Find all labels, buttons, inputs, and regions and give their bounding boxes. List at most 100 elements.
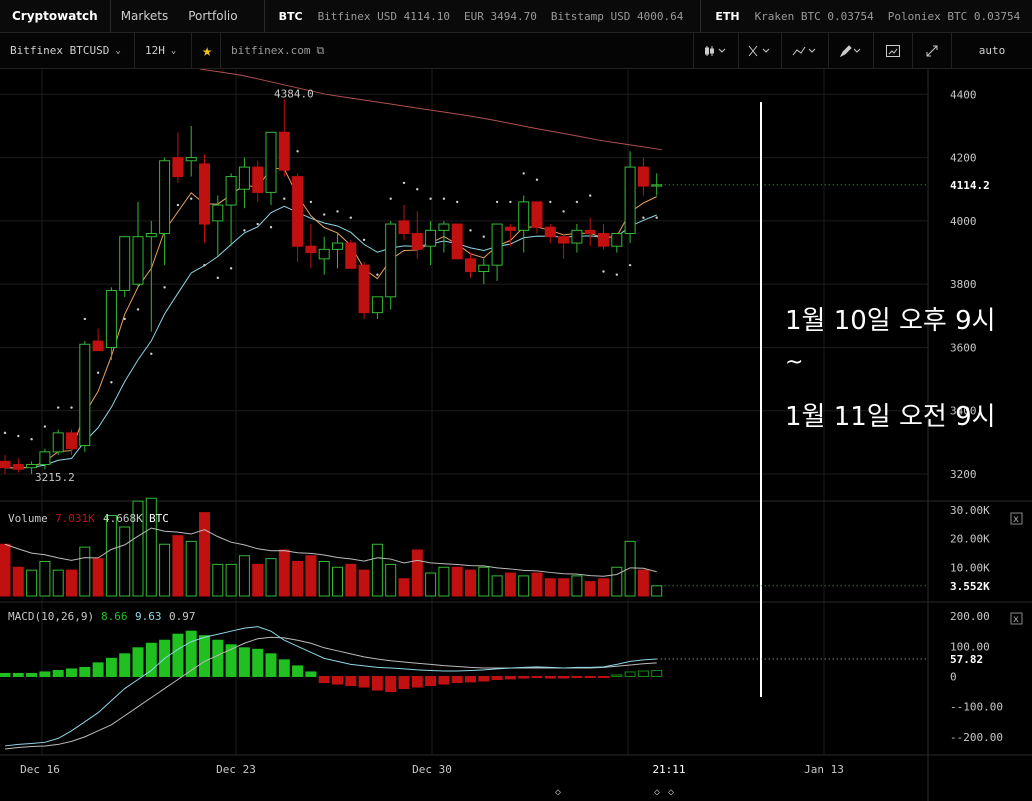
macd-hist-bar — [491, 675, 503, 680]
crosshair-icon — [748, 45, 770, 56]
ticker-btc-item[interactable]: Bitfinex USD 4114.10 — [311, 10, 457, 23]
candlestick-icon — [705, 45, 726, 56]
candle-body — [584, 229, 596, 235]
nav-portfolio[interactable]: Portfolio — [178, 9, 247, 23]
price-chart[interactable]: 32003400360038004000420044004384.03215.2… — [0, 69, 1032, 801]
ticker-eth-label[interactable]: ETH — [701, 10, 747, 23]
macd-hist-bar — [385, 675, 397, 693]
macd-hist-bar — [637, 670, 649, 677]
macd-tick-label: 100.00 — [950, 640, 990, 653]
sar-dot — [522, 172, 525, 175]
exchange-link-text: bitfinex.com — [231, 44, 311, 57]
sar-dot — [296, 150, 299, 153]
volume-bar — [398, 578, 410, 597]
candle-body — [518, 201, 530, 231]
volume-bar — [225, 563, 237, 597]
crosshair-button[interactable] — [738, 33, 781, 68]
candle-body — [558, 236, 570, 244]
volume-bar — [159, 543, 171, 597]
candle-body — [265, 131, 277, 193]
macd-hist-bar — [425, 675, 437, 687]
candle-body — [278, 131, 290, 171]
volume-bar — [518, 575, 530, 597]
macd-hist-bar — [598, 675, 609, 678]
sar-dot — [256, 222, 259, 226]
ema-fast-line — [4, 167, 657, 469]
volume-bar — [598, 578, 609, 597]
app-logo[interactable]: Cryptowatch — [0, 9, 110, 23]
sar-dot — [442, 197, 446, 200]
ticker-eth-item[interactable]: Poloniex BTC 0.03754 — [881, 10, 1027, 23]
sar-dot — [416, 188, 419, 191]
pencil-icon — [839, 44, 861, 57]
favorite-button[interactable]: ★ — [192, 33, 221, 68]
market-select[interactable]: Bitfinex BTCUSD ⌄ — [0, 33, 135, 68]
volume-bar — [278, 549, 290, 597]
volume-bar — [238, 555, 250, 597]
volume-bar — [199, 512, 210, 597]
sar-dot — [615, 273, 618, 276]
macd-value: 8.66 — [101, 610, 128, 623]
overlay-annotation-line: 1월 10일 오후 9시 — [785, 306, 996, 336]
macd-hist-bar — [252, 648, 264, 677]
macd-hist-bar — [398, 675, 410, 690]
macd-hist-bar — [119, 653, 131, 677]
volume-bar — [465, 569, 476, 597]
overlay-annotation-line: 1월 11일 오전 9시 — [785, 402, 996, 432]
sar-dot — [123, 317, 126, 321]
macd-hist-bar — [265, 653, 277, 677]
candle-body — [119, 236, 131, 291]
price-tick-label: 3800 — [950, 278, 977, 291]
candle-body — [212, 204, 224, 222]
volume-bar — [39, 561, 51, 597]
range-handle-icon: ◇ — [668, 787, 674, 798]
nav-markets[interactable]: Markets — [111, 9, 179, 23]
ticker-btc-item[interactable]: EUR 3494.70 — [457, 10, 544, 23]
exchange-link[interactable]: bitfinex.com ⧉ — [221, 33, 334, 68]
sar-dot — [83, 317, 87, 321]
ema-slow-line — [4, 205, 657, 469]
candle-body — [465, 258, 476, 273]
macd-hist-bar — [199, 635, 210, 677]
macd-hist-bar — [92, 662, 104, 677]
sar-dot — [602, 270, 605, 273]
external-link-icon: ⧉ — [316, 43, 325, 57]
macd-hist-bar — [544, 675, 556, 679]
line-style-button[interactable] — [781, 33, 828, 68]
sar-dot — [456, 200, 459, 204]
volume-bar — [425, 572, 437, 597]
candle-body — [0, 460, 11, 469]
sar-dot — [43, 425, 47, 428]
ticker-btc-label[interactable]: BTC — [265, 10, 311, 23]
sar-dot — [110, 381, 113, 384]
macd-hist-bar — [12, 672, 24, 677]
screenshot-button[interactable] — [873, 33, 912, 68]
fullscreen-button[interactable] — [912, 33, 951, 68]
price-tick-label: 3200 — [950, 468, 977, 481]
period-select[interactable]: 12H ⌄ — [135, 33, 192, 68]
macd-hist-bar — [172, 633, 184, 677]
macd-signal-line — [4, 636, 657, 750]
macd-hist-bar — [332, 675, 343, 685]
draw-button[interactable] — [828, 33, 873, 68]
sar-dot — [362, 238, 366, 242]
volume-bar — [52, 569, 64, 597]
sar-dot — [562, 210, 565, 213]
sar-dot — [429, 197, 432, 200]
volume-title: Volume — [8, 512, 48, 525]
ticker-btc-item[interactable]: Bitstamp USD 4000.64 — [544, 10, 690, 23]
fullscreen-icon — [926, 45, 938, 56]
sar-dot — [469, 229, 472, 232]
candle-body — [478, 264, 490, 273]
macd-hist-bar — [411, 675, 423, 688]
scale-button[interactable]: auto — [951, 33, 1032, 68]
sar-dot — [336, 210, 339, 213]
price-tick-label: 4200 — [950, 152, 977, 165]
macd-hist-bar — [52, 669, 64, 677]
ticker-eth-item[interactable]: Kraken BTC 0.03754 — [748, 10, 881, 23]
candle-body — [318, 248, 330, 260]
sar-dot — [376, 273, 379, 276]
candle-body — [66, 432, 77, 450]
candlestick-button[interactable] — [693, 33, 738, 68]
candle-body — [504, 226, 516, 231]
